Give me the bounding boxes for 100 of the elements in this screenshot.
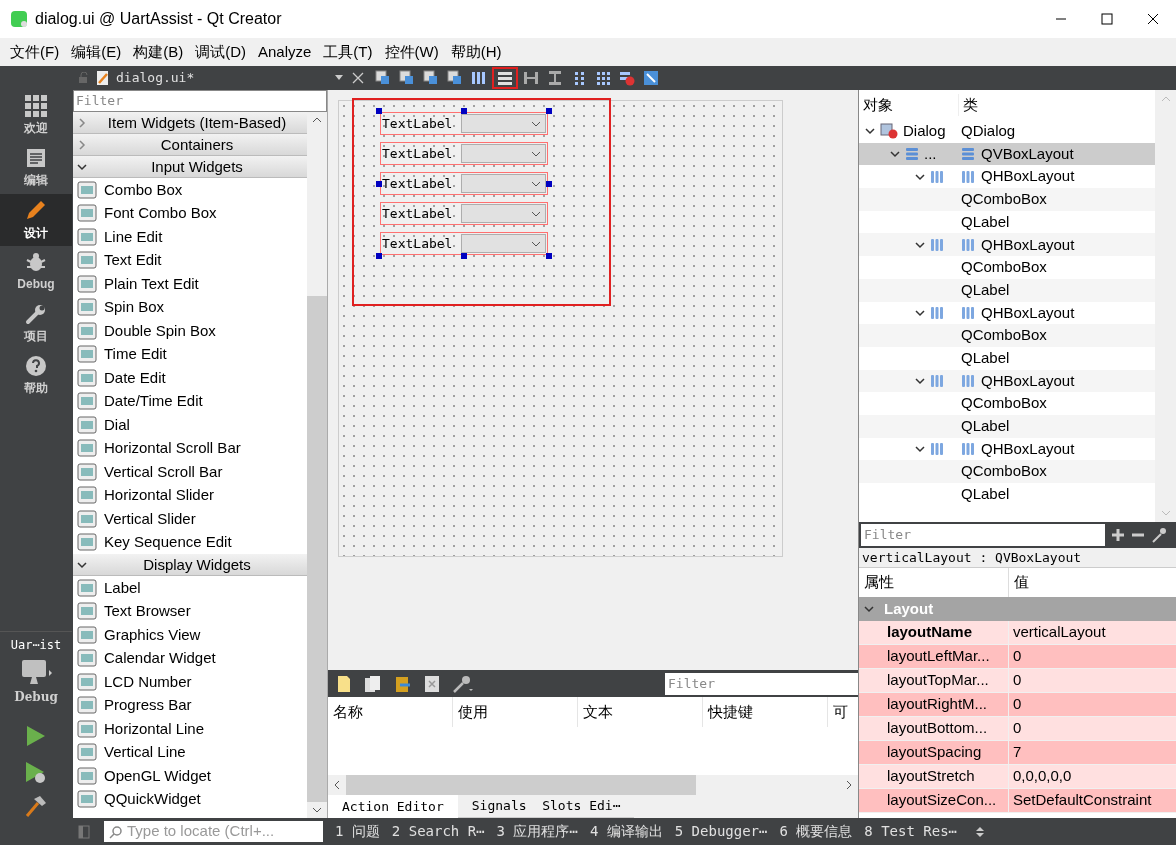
- resize-handle[interactable]: [376, 253, 382, 259]
- tree-row[interactable]: QLabel: [859, 414, 1155, 438]
- editor-file-tab[interactable]: dialog.ui*: [116, 68, 195, 88]
- editor-tab[interactable]: Action Editor: [328, 795, 458, 818]
- close-icon[interactable]: [352, 72, 364, 84]
- output-pane-button[interactable]: 8 Test Res⋯: [858, 821, 964, 842]
- column-header[interactable]: 对象: [859, 93, 959, 117]
- column-header[interactable]: 快捷键: [703, 697, 828, 727]
- chevron-down-icon[interactable]: [77, 161, 87, 172]
- chevron-right-icon[interactable]: [77, 139, 87, 150]
- horizontal-layout[interactable]: TextLabel: [380, 232, 548, 255]
- widget-list-item[interactable]: OpenGL Widget: [73, 764, 307, 788]
- menu-item[interactable]: 文件(F): [4, 40, 66, 64]
- property-row[interactable]: layoutSpacing 7: [859, 741, 1176, 765]
- run-icon[interactable]: [25, 724, 47, 748]
- widget-list-item[interactable]: Double Spin Box: [73, 319, 307, 343]
- widget-list-item[interactable]: Horizontal Slider: [73, 483, 307, 507]
- widget-list-item[interactable]: Calendar Widget: [73, 646, 307, 670]
- menu-item[interactable]: Analyze: [252, 40, 318, 64]
- paste-icon[interactable]: [394, 674, 412, 693]
- vertical-layout[interactable]: TextLabel TextLabel TextLabel TextLabel TextLabel: [379, 111, 549, 256]
- widget-list-item[interactable]: Graphics View: [73, 623, 307, 647]
- chevron-down-icon[interactable]: [890, 149, 900, 160]
- menu-item[interactable]: 帮助(H): [444, 40, 508, 64]
- resize-handle[interactable]: [546, 108, 552, 114]
- tree-row[interactable]: QHBoxLayout: [859, 233, 1155, 257]
- column-header[interactable]: 文本: [578, 697, 703, 727]
- horizontal-layout[interactable]: TextLabel: [380, 112, 548, 135]
- resize-handle[interactable]: [461, 108, 467, 114]
- hammer-icon[interactable]: [24, 794, 48, 818]
- widget-list-item[interactable]: Horizontal Line: [73, 717, 307, 741]
- tree-row[interactable]: QComboBox: [859, 188, 1155, 211]
- property-row[interactable]: layoutStretch 0,0,0,0,0: [859, 765, 1176, 789]
- property-row[interactable]: layoutRightM... 0: [859, 693, 1176, 717]
- copy-icon[interactable]: [364, 674, 382, 693]
- widget-list-item[interactable]: Horizontal Scroll Bar: [73, 436, 307, 460]
- widget-list-item[interactable]: Plain Text Edit: [73, 272, 307, 296]
- toolbar-button[interactable]: [492, 67, 518, 89]
- property-row[interactable]: layoutBottom... 0: [859, 717, 1176, 741]
- chevron-down-icon[interactable]: [915, 443, 925, 454]
- widget-list-item[interactable]: QQuickWidget: [73, 787, 307, 811]
- column-header[interactable]: 值: [1009, 571, 1029, 594]
- resize-handle[interactable]: [376, 108, 382, 114]
- widget-list-item[interactable]: Label: [73, 576, 307, 600]
- text-label[interactable]: TextLabel: [381, 143, 461, 164]
- menu-item[interactable]: 控件(W): [378, 40, 445, 64]
- resize-handle[interactable]: [376, 181, 382, 187]
- widget-list-item[interactable]: Dial: [73, 413, 307, 437]
- widget-list-item[interactable]: Date/Time Edit: [73, 389, 307, 413]
- mode-tab[interactable]: 设计: [0, 194, 72, 246]
- scroll-left-icon[interactable]: [333, 780, 341, 790]
- chevron-right-icon[interactable]: [77, 117, 87, 128]
- scroll-right-icon[interactable]: [845, 780, 853, 790]
- new-file-icon[interactable]: [336, 674, 352, 693]
- horizontal-layout[interactable]: TextLabel: [380, 172, 548, 195]
- column-header[interactable]: 使用: [453, 697, 578, 727]
- output-pane-button[interactable]: 5 Debugger⋯: [668, 821, 774, 842]
- widget-list-item[interactable]: Combo Box: [73, 178, 307, 202]
- horizontal-scrollbar[interactable]: [328, 775, 858, 795]
- text-label[interactable]: TextLabel: [381, 173, 461, 194]
- property-row[interactable]: layoutSizeCon... SetDefaultConstraint: [859, 789, 1176, 813]
- wrench-icon[interactable]: [452, 674, 474, 693]
- scroll-up-icon[interactable]: [312, 116, 322, 124]
- mode-tab[interactable]: 项目: [0, 298, 72, 350]
- tree-row[interactable]: QComboBox: [859, 460, 1155, 483]
- column-header[interactable]: 可: [828, 697, 856, 727]
- tree-row[interactable]: QComboBox: [859, 324, 1155, 347]
- menu-item[interactable]: 工具(T): [317, 40, 379, 64]
- widget-list-item[interactable]: Vertical Scroll Bar: [73, 460, 307, 484]
- menu-item[interactable]: 编辑(E): [65, 40, 128, 64]
- tree-row[interactable]: QLabel: [859, 278, 1155, 302]
- resize-handle[interactable]: [546, 181, 552, 187]
- column-header[interactable]: 名称: [328, 697, 453, 727]
- property-row[interactable]: layoutName verticalLayout: [859, 621, 1176, 645]
- chevron-down-icon[interactable]: [915, 307, 925, 318]
- column-header[interactable]: 类: [959, 93, 978, 117]
- dropdown-arrow-icon[interactable]: [334, 74, 344, 82]
- widget-list-item[interactable]: Key Sequence Edit: [73, 530, 307, 554]
- menu-item[interactable]: 调试(D): [189, 40, 252, 64]
- plus-icon[interactable]: [1111, 528, 1125, 542]
- text-label[interactable]: TextLabel: [381, 203, 461, 224]
- sort-arrows-icon[interactable]: [975, 824, 986, 839]
- mode-tab[interactable]: 编辑: [0, 142, 72, 194]
- output-pane-button[interactable]: 1 问题: [329, 821, 386, 842]
- category-header[interactable]: Item Widgets (Item-Based): [73, 112, 307, 134]
- chevron-down-icon[interactable]: [915, 239, 925, 250]
- widget-list-item[interactable]: LCD Number: [73, 670, 307, 694]
- filter-field[interactable]: Filter: [73, 90, 327, 112]
- widget-list-item[interactable]: Progress Bar: [73, 693, 307, 717]
- mode-tab[interactable]: 帮助: [0, 350, 72, 402]
- property-row[interactable]: layoutLeftMar... 0: [859, 645, 1176, 669]
- widget-list-item[interactable]: Vertical Line: [73, 740, 307, 764]
- output-pane-button[interactable]: 6 概要信息: [773, 821, 859, 842]
- filter-field[interactable]: Filter: [861, 524, 1105, 546]
- widget-list-item[interactable]: Text Browser: [73, 599, 307, 623]
- widget-list-item[interactable]: Line Edit: [73, 225, 307, 249]
- category-header[interactable]: Display Widgets: [73, 554, 307, 576]
- output-pane-button[interactable]: 4 编译输出: [583, 821, 669, 842]
- mode-tab[interactable]: 欢迎: [0, 90, 72, 142]
- wrench-icon[interactable]: [1151, 527, 1167, 543]
